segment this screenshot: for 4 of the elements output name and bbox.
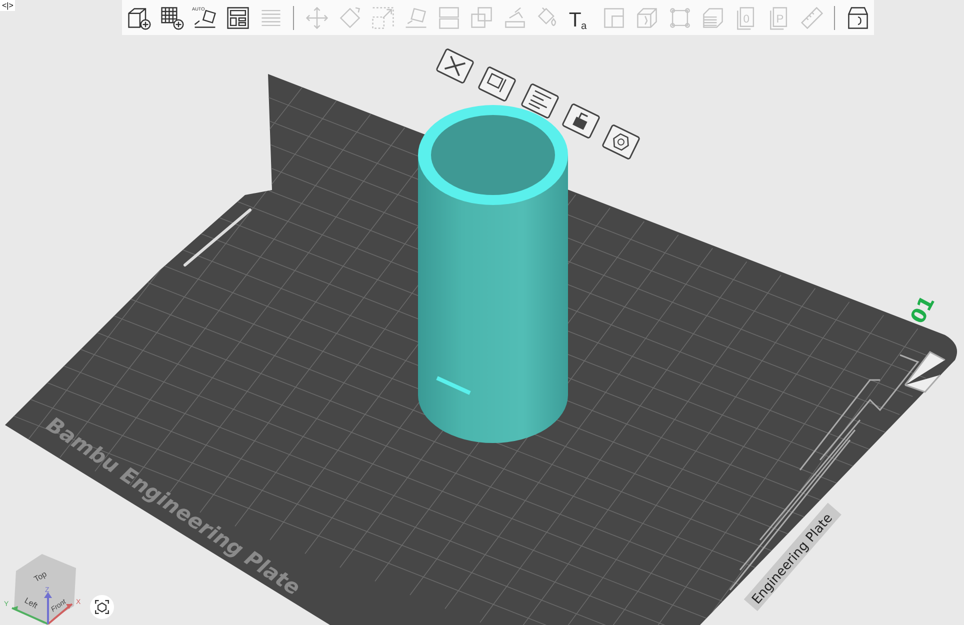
view-cube-face[interactable]: Left (23, 596, 40, 610)
plate-number: 01 (905, 292, 940, 328)
view-cube-face[interactable]: Top (32, 569, 48, 584)
panel-toggle[interactable]: <|> (0, 0, 16, 11)
